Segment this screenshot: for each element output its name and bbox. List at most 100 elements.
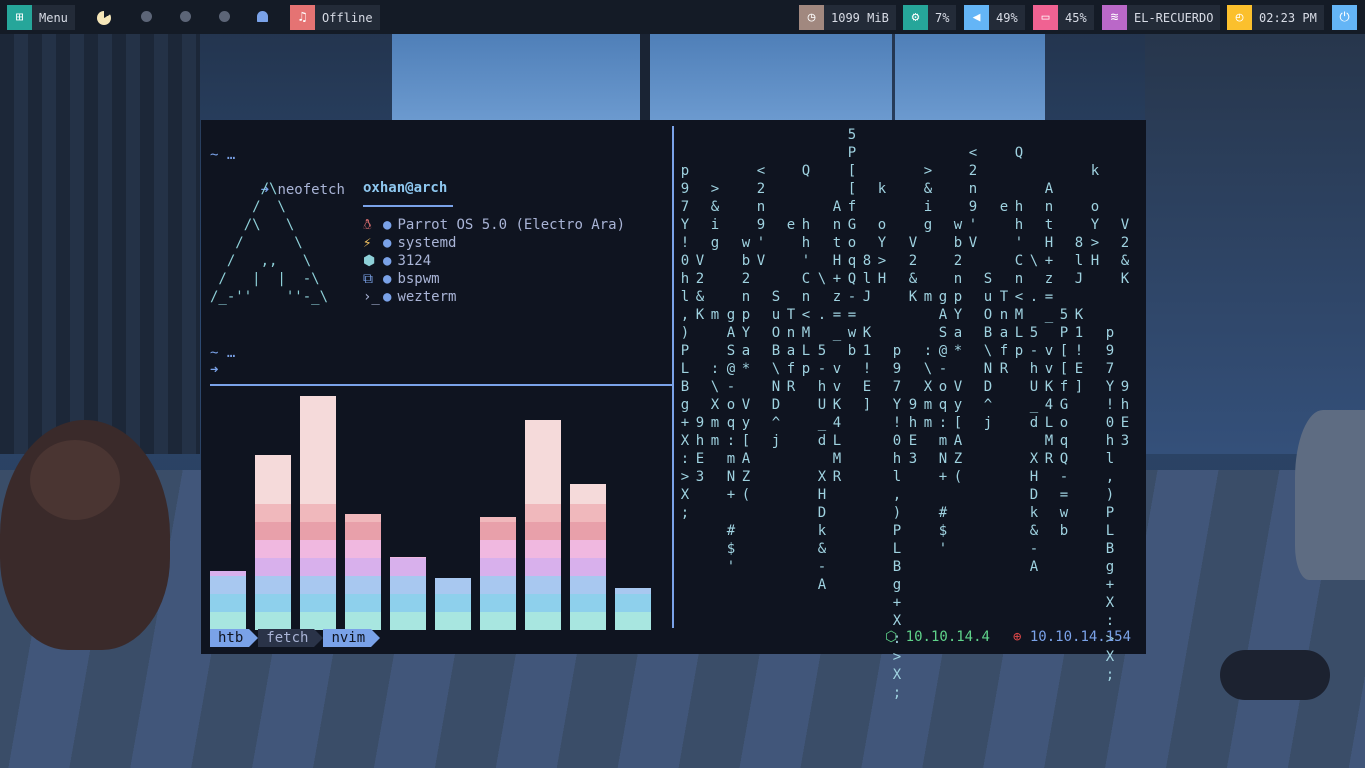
matrix-column: p 9 7 Y ! 0 h l , ) P L B g + X : > X ; [1105, 325, 1115, 683]
matrix-column: e T n a f R [786, 217, 796, 395]
cava-bar [255, 455, 291, 630]
prompt-path: ~ … [210, 147, 236, 163]
power-button[interactable]: ⏻ [1332, 5, 1357, 30]
workspace-dot-2[interactable] [141, 11, 152, 22]
info-value-os: Parrot OS 5.0 (Electro Ara) [397, 217, 626, 233]
tab-fetch[interactable]: fetch [258, 629, 324, 647]
info-row-wm: ⧉ ● bspwm [363, 270, 440, 288]
cava-bar [615, 588, 651, 630]
target-crosshair-icon: ⊕ [1013, 629, 1022, 645]
workspace-dot-3[interactable] [180, 11, 191, 22]
wifi-module[interactable]: ≋ EL-RECUERDO [1102, 5, 1221, 30]
cpu-value: 7% [935, 10, 950, 25]
info-row-packages: ⬢ ● 3124 [363, 252, 431, 270]
terminal-window[interactable]: ~ … ➜ neofetch /\ / \ /\ \ / \ / ,, \ / … [201, 120, 1146, 701]
matrix-column: S u O B \ N D ^ j [771, 289, 781, 449]
tab-arrow [314, 629, 324, 647]
matrix-column: 8 l J K 1 ! E ] [862, 253, 872, 413]
terminal-icon: ›_ [363, 289, 380, 305]
battery-module: ▭ 45% [1033, 5, 1094, 30]
local-ip-value: 10.10.14.4 [905, 629, 990, 645]
cava-bar [435, 578, 471, 630]
info-value-wm: bspwm [397, 271, 440, 287]
wallpaper-dumbbell [1220, 650, 1330, 700]
clock-value: 02:23 PM [1259, 10, 1317, 25]
tab-htb-label: htb [218, 630, 244, 646]
tab-arrow [249, 629, 259, 647]
cpu-chip-icon: ⚙ [903, 5, 928, 30]
matrix-column: \ . 5 - h U _ d X H D k & - A [817, 271, 827, 593]
tab-nvim[interactable]: nvim [323, 629, 381, 647]
bullet-icon: ● [383, 289, 392, 305]
matrix-column: \ . 5 - h U _ d X H D k & - A [1029, 253, 1039, 575]
info-value-packages: 3124 [397, 253, 432, 269]
matrix-column: S u O B \ N D ^ j [983, 271, 993, 431]
target-ip: ⊕ 10.10.14.154 [1013, 629, 1131, 645]
workspace-dot-4[interactable] [219, 11, 230, 22]
matrix-column: 5 P [ [ f G o q Q - = w b [1059, 307, 1069, 539]
penguin-icon: 🐧︎ [363, 217, 372, 233]
info-value-init: systemd [397, 235, 457, 251]
volume-value: 49% [996, 10, 1018, 25]
pane-divider-vertical[interactable] [672, 126, 674, 628]
music-status: Offline [322, 10, 373, 25]
user-host-underline [363, 205, 453, 207]
volume-module[interactable]: ◀ 49% [964, 5, 1025, 30]
cava-bar [390, 557, 426, 630]
workspace-pacman-icon[interactable] [97, 11, 111, 25]
info-row-os: 🐧︎ ● Parrot OS 5.0 (Electro Ara) [363, 216, 625, 234]
cava-bar [480, 517, 516, 630]
matrix-rain-pane[interactable]: p 9 7 Y ! 0 h l , ) P L B g + X : > X ; V… [678, 126, 1138, 701]
grid-icon: ⊞ [7, 5, 32, 30]
speaker-icon: ◀ [964, 5, 989, 30]
music-module[interactable]: ♫ Offline [290, 5, 380, 30]
cava-bar [345, 514, 381, 630]
bullet-icon: ● [383, 235, 392, 251]
bullet-icon: ● [383, 253, 392, 269]
music-note-icon: ♫ [290, 5, 315, 30]
wallpaper-wall-right [1145, 34, 1365, 454]
target-ip-value: 10.10.14.154 [1029, 629, 1132, 645]
matrix-column: g A S @ - o q : m N + # $ ' [938, 289, 948, 557]
top-bar: ⊞ Menu ♫ Offline ◷ 1099 MiB ⚙ 7% ◀ 49% ▭… [0, 0, 1365, 34]
cava-bar [570, 484, 606, 630]
matrix-column: A n t H + z = _ v v K 4 L M R [1044, 181, 1054, 467]
cava-bar [300, 396, 336, 630]
wallpaper-window-frame [640, 34, 650, 134]
cpu-module: ⚙ 7% [903, 5, 957, 30]
menu-label: Menu [39, 10, 68, 25]
battery-value: 45% [1065, 10, 1087, 25]
cava-bar [525, 420, 561, 630]
matrix-column: k o Y > H [1090, 163, 1100, 269]
matrix-column: > & i g m : \ X m m [710, 181, 720, 449]
matrix-column: A n t H + z = _ v v K 4 L M R [832, 199, 842, 485]
wifi-icon: ≋ [1102, 5, 1127, 30]
package-icon: ⬢ [363, 253, 376, 269]
matrix-column: w b 2 n p Y a * V y [ A Z ( [953, 217, 963, 485]
matrix-column: 5 P [ [ f G o q Q - = w b [847, 127, 857, 359]
matrix-column: g A S @ - o q : m N + # $ ' [726, 307, 736, 575]
menu-button[interactable]: ⊞ Menu [7, 5, 75, 30]
tab-htb[interactable]: htb [210, 629, 259, 647]
neofetch-pane[interactable]: ~ … ➜ neofetch /\ / \ /\ \ / \ / ,, \ / … [201, 120, 672, 384]
memory-module: ◷ 1099 MiB [799, 5, 896, 30]
matrix-column: V 2 & K 9 h E 3 [1120, 217, 1130, 449]
wallpaper-window [895, 34, 1045, 124]
tab-fetch-label: fetch [266, 630, 309, 646]
wifi-network-name: EL-RECUERDO [1134, 10, 1214, 25]
matrix-column: Q h h ' C n < M L p [801, 163, 811, 377]
arch-ascii-logo: /\ / \ /\ \ / \ / ,, \ / | | -\ /_-'' ''… [210, 181, 329, 305]
prompt-arrow-2: ➜ [210, 362, 219, 378]
cava-visualizer [210, 390, 672, 630]
matrix-column: 8 l J K 1 ! E ] [1074, 235, 1084, 395]
clock-module: ◴ 02:23 PM [1227, 5, 1324, 30]
tab-nvim-label: nvim [331, 630, 366, 646]
workspace-ghost-icon[interactable] [257, 11, 268, 22]
matrix-column: V 2 & K 9 h E 3 [908, 235, 918, 467]
wallpaper-wall-left [0, 34, 200, 454]
lightning-icon: ⚡ [363, 235, 372, 251]
matrix-column: < 2 n 9 ' V [756, 163, 766, 269]
matrix-column: e T n a f R [999, 199, 1009, 377]
matrix-column: Q h h ' C n < M L p [1014, 145, 1024, 359]
tmux-status-line: htb fetch nvim [210, 629, 381, 647]
